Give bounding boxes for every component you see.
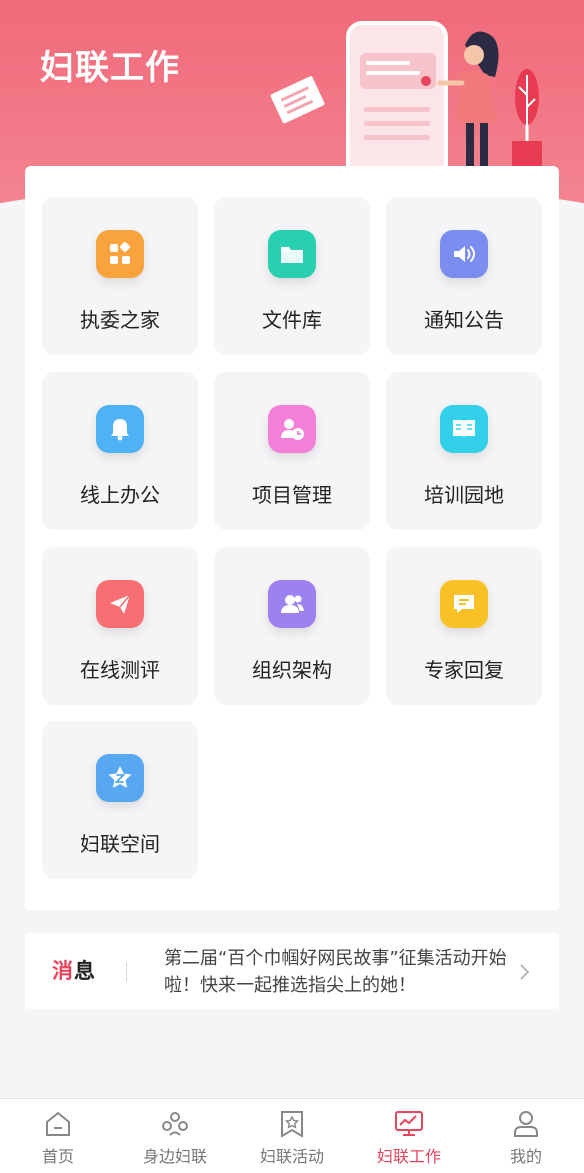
news-text[interactable]: 第二届“百个巾帼好网民故事”征集活动开始啦！快来一起推选指尖上的她！ — [164, 945, 526, 999]
news-tag: 消息 — [52, 955, 96, 985]
tile-label: 线上办公 — [80, 483, 160, 507]
people-icon — [162, 1112, 188, 1136]
tab-label: 我的 — [509, 1147, 542, 1166]
tile-label: 在线测评 — [80, 658, 160, 682]
news-ticker[interactable]: 消息 第二届“百个巾帼好网民故事”征集活动开始啦！快来一起推选指尖上的她！ — [25, 933, 559, 1009]
paper-plane-icon — [96, 580, 144, 628]
tab-mine[interactable]: 我的 — [468, 1099, 584, 1173]
tile-organization[interactable]: 组织架构 — [214, 547, 370, 705]
users-icon — [268, 580, 316, 628]
apps-icon — [96, 230, 144, 278]
tab-label: 妇联工作 — [376, 1147, 441, 1166]
tile-online-office[interactable]: 线上办公 — [42, 372, 198, 530]
header-illustration — [270, 21, 542, 175]
divider — [126, 962, 127, 982]
tile-label: 文件库 — [262, 308, 322, 332]
monitor-chart-icon — [395, 1111, 423, 1136]
folder-icon — [268, 230, 316, 278]
tile-label: 专家回复 — [424, 658, 504, 682]
tab-label: 妇联活动 — [259, 1147, 324, 1166]
tab-label: 身边妇联 — [142, 1147, 207, 1166]
user-clock-icon — [268, 405, 316, 453]
tab-home[interactable]: 首页 — [0, 1099, 116, 1173]
person-icon — [514, 1111, 538, 1137]
feature-grid: 执委之家 文件库 通知公告 线上办公 项目管理 培训园地 在线测评 组织架构 专… — [25, 166, 559, 910]
news-tag-part2: 息 — [74, 959, 96, 983]
tile-executive-home[interactable]: 执委之家 — [42, 197, 198, 355]
tab-nearby[interactable]: 身边妇联 — [117, 1099, 233, 1173]
page-title: 妇联工作 — [40, 48, 180, 88]
bookmark-star-icon — [281, 1111, 303, 1138]
chevron-right-icon[interactable] — [519, 963, 531, 981]
speaker-icon — [440, 230, 488, 278]
news-tag-part1: 消 — [52, 959, 74, 983]
tile-notices[interactable]: 通知公告 — [386, 197, 542, 355]
tile-label: 组织架构 — [252, 658, 332, 682]
tile-project-management[interactable]: 项目管理 — [214, 372, 370, 530]
tile-label: 通知公告 — [424, 308, 504, 332]
tab-label: 首页 — [41, 1147, 74, 1166]
tile-label: 妇联空间 — [80, 832, 160, 856]
tile-federation-space[interactable]: 妇联空间 — [42, 721, 198, 879]
tile-label: 项目管理 — [252, 483, 332, 507]
tile-label: 培训园地 — [424, 483, 504, 507]
tab-work[interactable]: 妇联工作 — [351, 1099, 467, 1173]
tile-training[interactable]: 培训园地 — [386, 372, 542, 530]
tile-file-library[interactable]: 文件库 — [214, 197, 370, 355]
tile-label: 执委之家 — [80, 308, 160, 332]
star-z-icon — [96, 754, 144, 802]
home-icon — [46, 1111, 70, 1136]
bell-icon — [96, 405, 144, 453]
tab-activities[interactable]: 妇联活动 — [234, 1099, 350, 1173]
bottom-tab-bar: 首页 身边妇联 妇联活动 妇联工作 我的 — [0, 1098, 584, 1173]
tile-expert-reply[interactable]: 专家回复 — [386, 547, 542, 705]
tile-online-assessment[interactable]: 在线测评 — [42, 547, 198, 705]
book-icon — [440, 405, 488, 453]
message-icon — [440, 580, 488, 628]
